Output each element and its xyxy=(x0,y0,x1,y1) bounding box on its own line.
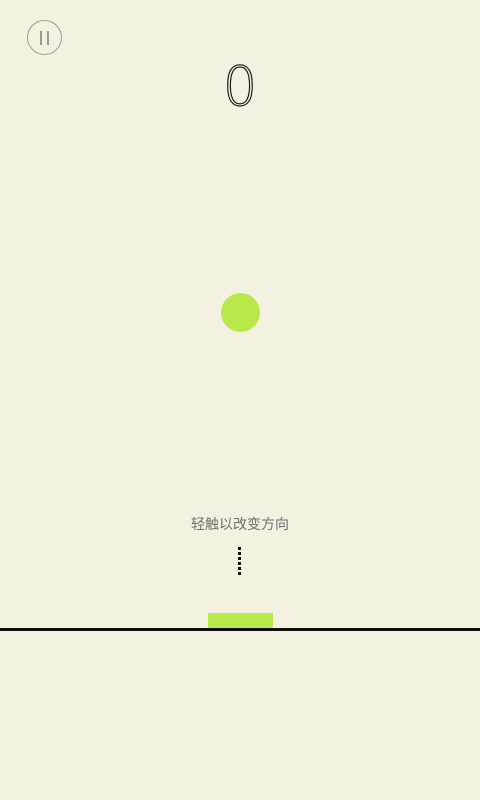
pause-button[interactable] xyxy=(27,20,62,55)
pause-icon-bar-right xyxy=(47,31,49,45)
tap-hint-text: 轻触以改变方向 xyxy=(191,517,289,533)
score-display: 0 xyxy=(222,54,258,118)
ground-line xyxy=(0,628,480,631)
game-canvas[interactable]: 0 轻触以改变方向 xyxy=(0,0,480,800)
pause-icon-bar-left xyxy=(40,31,42,45)
direction-guide-dots xyxy=(238,547,241,575)
ball xyxy=(221,293,260,332)
paddle xyxy=(208,613,273,629)
